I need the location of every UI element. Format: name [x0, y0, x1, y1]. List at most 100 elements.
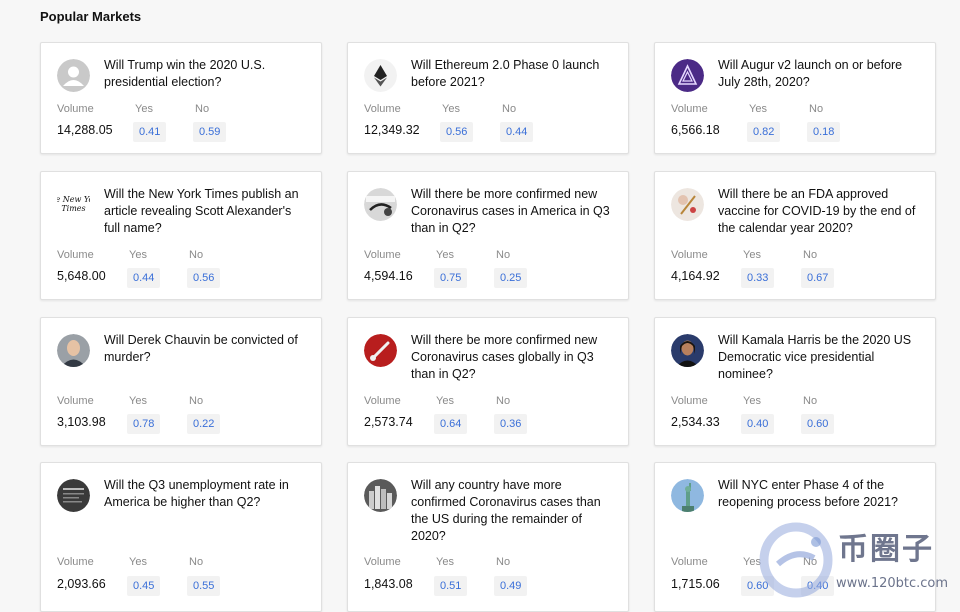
volume-label: Volume: [364, 249, 401, 261]
market-card[interactable]: Will any country have more confirmed Cor…: [347, 462, 629, 612]
nyt-logo-icon: The New YorkTimes: [57, 188, 90, 221]
market-card[interactable]: Will there be an FDA approved vaccine fo…: [654, 171, 936, 300]
no-price[interactable]: 0.25: [494, 268, 528, 288]
market-question[interactable]: Will there be more confirmed new Coronav…: [411, 186, 616, 237]
statue-of-liberty-icon: [671, 479, 704, 512]
volume-value: 12,349.32: [364, 123, 420, 137]
city-icon: [364, 479, 397, 512]
no-price[interactable]: 0.44: [500, 122, 534, 142]
volume-label: Volume: [671, 395, 708, 407]
volume-value: 1,715.06: [671, 577, 720, 591]
newspaper-icon: [57, 479, 90, 512]
no-label: No: [189, 395, 204, 407]
market-question[interactable]: Will there be more confirmed new Coronav…: [411, 332, 616, 383]
volume-value: 2,534.33: [671, 415, 720, 429]
svg-text:The New York: The New York: [57, 195, 90, 204]
yes-label: Yes: [129, 556, 147, 568]
yes-price[interactable]: 0.44: [127, 268, 161, 288]
portrait-icon: [671, 334, 704, 367]
market-card[interactable]: Will the Q3 unemployment rate in America…: [40, 462, 322, 612]
market-question[interactable]: Will there be an FDA approved vaccine fo…: [718, 186, 923, 237]
market-question[interactable]: Will the New York Times publish an artic…: [104, 186, 309, 237]
augur-icon: [671, 59, 704, 92]
no-label: No: [803, 556, 818, 568]
volume-label: Volume: [364, 103, 401, 115]
volume-label: Volume: [671, 249, 708, 261]
market-card[interactable]: The New YorkTimes Will the New York Time…: [40, 171, 322, 300]
yes-price[interactable]: 0.41: [133, 122, 167, 142]
volume-label: Volume: [57, 103, 94, 115]
market-card[interactable]: Will Augur v2 launch on or before July 2…: [654, 42, 936, 154]
market-question[interactable]: Will Kamala Harris be the 2020 US Democr…: [718, 332, 923, 383]
volume-value: 5,648.00: [57, 269, 106, 283]
yes-price[interactable]: 0.78: [127, 414, 161, 434]
volume-value: 4,164.92: [671, 269, 720, 283]
market-question[interactable]: Will Derek Chauvin be convicted of murde…: [104, 332, 309, 366]
default-user-avatar-icon: [57, 59, 90, 92]
yes-label: Yes: [129, 249, 147, 261]
yes-price[interactable]: 0.33: [741, 268, 775, 288]
yes-label: Yes: [436, 249, 454, 261]
vaccine-icon: [671, 188, 704, 221]
yes-price[interactable]: 0.45: [127, 576, 161, 596]
section-title: Popular Markets: [40, 9, 142, 24]
no-price[interactable]: 0.36: [494, 414, 528, 434]
no-price[interactable]: 0.40: [801, 576, 835, 596]
yes-label: Yes: [135, 103, 153, 115]
yes-label: Yes: [743, 556, 761, 568]
volume-label: Volume: [57, 249, 94, 261]
market-card[interactable]: Will Trump win the 2020 U.S. presidentia…: [40, 42, 322, 154]
no-label: No: [496, 556, 511, 568]
market-question[interactable]: Will the Q3 unemployment rate in America…: [104, 477, 309, 511]
no-price[interactable]: 0.18: [807, 122, 841, 142]
market-question[interactable]: Will Trump win the 2020 U.S. presidentia…: [104, 57, 309, 91]
market-question[interactable]: Will NYC enter Phase 4 of the reopening …: [718, 477, 923, 511]
market-card[interactable]: Will there be more confirmed new Coronav…: [347, 317, 629, 446]
volume-value: 3,103.98: [57, 415, 106, 429]
yes-label: Yes: [129, 395, 147, 407]
thermometer-icon: [364, 334, 397, 367]
no-label: No: [809, 103, 824, 115]
no-price[interactable]: 0.60: [801, 414, 835, 434]
volume-value: 2,093.66: [57, 577, 106, 591]
yes-label: Yes: [436, 556, 454, 568]
yes-price[interactable]: 0.40: [741, 414, 775, 434]
no-label: No: [502, 103, 517, 115]
yes-price[interactable]: 0.56: [440, 122, 474, 142]
no-label: No: [496, 395, 511, 407]
yes-price[interactable]: 0.82: [747, 122, 781, 142]
yes-price[interactable]: 0.51: [434, 576, 468, 596]
portrait-icon: [57, 334, 90, 367]
no-label: No: [803, 395, 818, 407]
market-question[interactable]: Will any country have more confirmed Cor…: [411, 477, 616, 545]
market-question[interactable]: Will Ethereum 2.0 Phase 0 launch before …: [411, 57, 616, 91]
no-label: No: [195, 103, 210, 115]
market-card[interactable]: Will there be more confirmed new Coronav…: [347, 171, 629, 300]
stethoscope-icon: [364, 188, 397, 221]
yes-price[interactable]: 0.75: [434, 268, 468, 288]
no-price[interactable]: 0.55: [187, 576, 221, 596]
market-card[interactable]: Will NYC enter Phase 4 of the reopening …: [654, 462, 936, 612]
volume-value: 6,566.18: [671, 123, 720, 137]
volume-value: 2,573.74: [364, 415, 413, 429]
volume-label: Volume: [57, 556, 94, 568]
no-price[interactable]: 0.59: [193, 122, 227, 142]
volume-label: Volume: [671, 556, 708, 568]
yes-label: Yes: [442, 103, 460, 115]
yes-price[interactable]: 0.60: [741, 576, 775, 596]
ethereum-icon: [364, 59, 397, 92]
no-price[interactable]: 0.67: [801, 268, 835, 288]
no-label: No: [189, 249, 204, 261]
volume-label: Volume: [364, 556, 401, 568]
market-card[interactable]: Will Derek Chauvin be convicted of murde…: [40, 317, 322, 446]
yes-price[interactable]: 0.64: [434, 414, 468, 434]
market-question[interactable]: Will Augur v2 launch on or before July 2…: [718, 57, 923, 91]
no-price[interactable]: 0.22: [187, 414, 221, 434]
market-card[interactable]: Will Kamala Harris be the 2020 US Democr…: [654, 317, 936, 446]
no-price[interactable]: 0.56: [187, 268, 221, 288]
no-price[interactable]: 0.49: [494, 576, 528, 596]
yes-label: Yes: [436, 395, 454, 407]
yes-label: Yes: [743, 249, 761, 261]
market-card[interactable]: Will Ethereum 2.0 Phase 0 launch before …: [347, 42, 629, 154]
no-label: No: [189, 556, 204, 568]
